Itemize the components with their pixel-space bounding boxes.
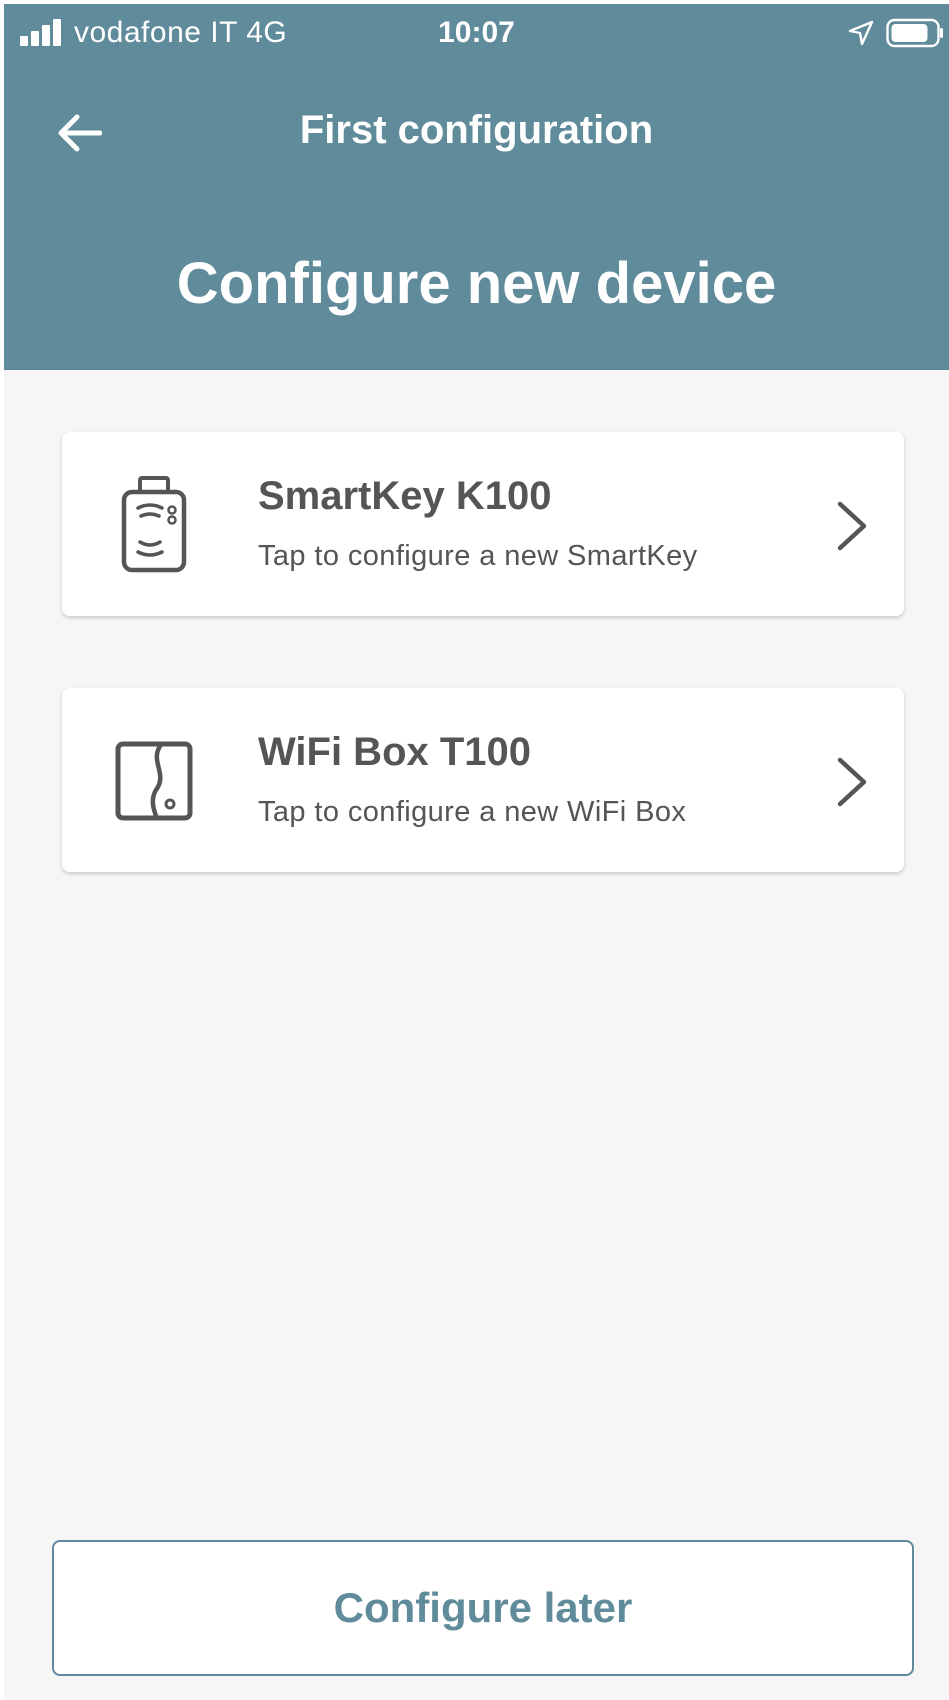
header: vodafone IT 4G 10:07 First configuration… [4, 4, 949, 370]
wifi-box-icon [115, 741, 193, 821]
device-subtitle: Tap to configure a new SmartKey [258, 540, 698, 572]
app-screen: vodafone IT 4G 10:07 First configuration… [4, 4, 949, 1700]
chevron-right-icon [837, 501, 867, 551]
chevron-right-icon [837, 757, 867, 807]
device-title: SmartKey K100 [258, 474, 552, 518]
device-card-wifi-box[interactable]: WiFi Box T100 Tap to configure a new WiF… [62, 688, 904, 872]
status-time: 10:07 [438, 16, 515, 49]
device-subtitle: Tap to configure a new WiFi Box [258, 796, 687, 828]
page-title: Configure new device [176, 251, 777, 316]
smartkey-icon [121, 476, 187, 573]
nav-title: First configuration [299, 108, 654, 152]
device-card-smartkey[interactable]: SmartKey K100 Tap to configure a new Sma… [62, 432, 904, 616]
battery-icon [886, 18, 943, 48]
location-arrow-icon [848, 20, 874, 46]
status-bar: vodafone IT 4G 10:07 [4, 4, 949, 60]
device-title: WiFi Box T100 [258, 730, 532, 774]
configure-later-button[interactable]: Configure later [52, 1540, 914, 1676]
